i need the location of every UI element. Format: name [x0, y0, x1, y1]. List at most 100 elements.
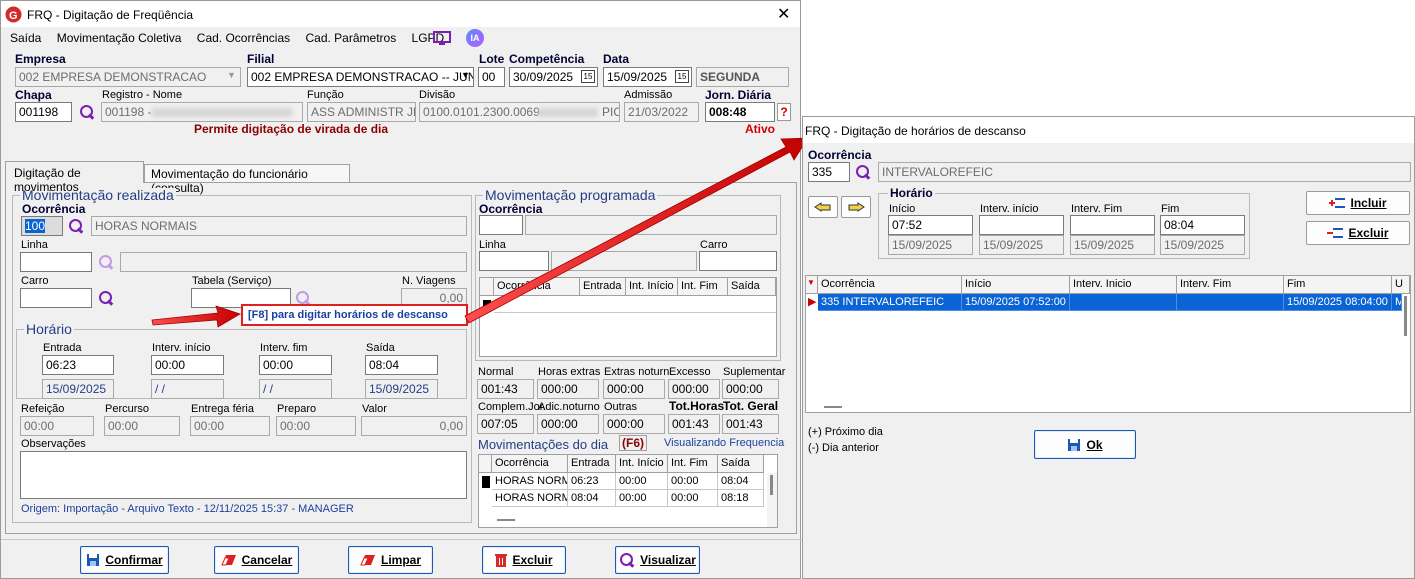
- grid-header[interactable]: Início: [962, 276, 1070, 294]
- help-button[interactable]: ?: [777, 103, 791, 121]
- grid-header[interactable]: U: [1392, 276, 1410, 294]
- menu-cad-parametros[interactable]: Cad. Parâmetros: [306, 31, 397, 45]
- cell: [1177, 294, 1284, 311]
- lote-field[interactable]: 00: [478, 67, 505, 87]
- search-icon[interactable]: [79, 104, 95, 120]
- close-icon[interactable]: ✕: [777, 4, 790, 24]
- prog-carro-field[interactable]: [699, 251, 777, 271]
- dialog-interv-inicio-date: 15/09/2025: [979, 235, 1064, 255]
- grid-sort-header[interactable]: ▼: [806, 276, 818, 294]
- dialog-horario-title: Horário: [888, 186, 935, 200]
- dialog-interv-inicio-time[interactable]: [979, 215, 1064, 235]
- grid-header[interactable]: Ocorrência: [494, 278, 580, 296]
- dialog-excluir-button[interactable]: Excluir: [1306, 221, 1410, 245]
- ia-button[interactable]: IA: [466, 29, 484, 47]
- redacted-divisao: [538, 108, 598, 117]
- interv-inicio-time-field[interactable]: 00:00: [151, 355, 224, 375]
- empty-row: [494, 296, 776, 313]
- percurso-field: 00:00: [104, 416, 180, 436]
- grid-header[interactable]: Ocorrência: [492, 455, 568, 473]
- dialog-grid[interactable]: ▼ Ocorrência Início Interv. Inicio Inter…: [805, 275, 1411, 413]
- tab-movimentacao-funcionario[interactable]: Movimentação do funcionário (consulta): [144, 164, 350, 195]
- menu-saida[interactable]: Saída: [10, 31, 41, 45]
- grid-header[interactable]: Ocorrência: [818, 276, 962, 294]
- visualizando-link[interactable]: Visualizando Frequencia: [664, 437, 784, 449]
- search-icon[interactable]: [98, 290, 114, 306]
- limpar-button[interactable]: Limpar: [348, 546, 433, 574]
- row-pointer-icon: ▶: [808, 296, 817, 308]
- grid-header[interactable]: Entrada: [580, 278, 626, 296]
- filial-select[interactable]: 002 EMPRESA DEMONSTRACAO -- JUNC: [247, 67, 474, 87]
- empresa-select[interactable]: 002 EMPRESA DEMONSTRACAO: [15, 67, 241, 87]
- cell: 335 INTERVALOREFEIC: [818, 294, 962, 311]
- search-icon[interactable]: [68, 218, 84, 234]
- dialog-ocorrencia-code[interactable]: 335: [808, 162, 850, 182]
- excluir-button[interactable]: Excluir: [482, 546, 566, 574]
- f8-hint: [F8] para digitar horários de descanso: [241, 304, 468, 326]
- grid-header[interactable]: Int. Fim: [668, 455, 718, 473]
- dialog-fim-time[interactable]: 08:04: [1160, 215, 1245, 235]
- grid-header[interactable]: Int. Início: [616, 455, 668, 473]
- visualizar-button[interactable]: Visualizar: [615, 546, 700, 574]
- calendar-icon[interactable]: 15: [581, 70, 595, 83]
- search-icon[interactable]: [98, 254, 114, 270]
- next-day-button[interactable]: [841, 196, 871, 218]
- prev-day-button[interactable]: [808, 196, 838, 218]
- carro-field[interactable]: [20, 288, 92, 308]
- status-badge: Ativo: [745, 122, 775, 136]
- grid-header[interactable]: Int. Fim: [678, 278, 728, 296]
- dia-grid[interactable]: Ocorrência Entrada Int. Início Int. Fim …: [478, 454, 778, 528]
- saida-time-field[interactable]: 08:04: [365, 355, 438, 375]
- label-complem-jor: Complem.Jor.: [478, 401, 546, 413]
- calendar-icon[interactable]: 15: [675, 70, 689, 83]
- grid-header[interactable]: Saída: [718, 455, 764, 473]
- jorn-diaria-field[interactable]: 008:48: [705, 102, 775, 122]
- incluir-button[interactable]: Incluir: [1306, 191, 1410, 215]
- dialog-interv-fim-time[interactable]: [1070, 215, 1155, 235]
- grid-header[interactable]: Fim: [1284, 276, 1392, 294]
- prog-linha-field[interactable]: [479, 251, 549, 271]
- grid-header[interactable]: Interv. Fim: [1177, 276, 1284, 294]
- cell: 08:04: [718, 473, 764, 490]
- confirmar-button[interactable]: Confirmar: [80, 546, 169, 574]
- scrollbar[interactable]: [767, 473, 777, 527]
- visualizar-label: Visualizar: [640, 553, 696, 567]
- divisao-field: 0100.0101.2300.0069- PIC: [419, 102, 620, 122]
- ok-button[interactable]: Ok: [1034, 430, 1136, 459]
- menu-cad-ocorrencias[interactable]: Cad. Ocorrências: [197, 31, 290, 45]
- horizontal-scroll-thumb[interactable]: [824, 406, 842, 408]
- monitor-icon[interactable]: [433, 31, 451, 47]
- grid-header[interactable]: Int. Início: [626, 278, 678, 296]
- saida-date-field: 15/09/2025: [365, 379, 438, 399]
- label-divisao: Divisão: [419, 89, 456, 101]
- ok-label: Ok: [1086, 437, 1103, 452]
- prog-linha-desc: [551, 251, 697, 271]
- programada-grid[interactable]: Ocorrência Entrada Int. Início Int. Fim …: [479, 277, 777, 357]
- tab-digitacao[interactable]: Digitação de movimentos: [5, 161, 144, 194]
- chapa-field[interactable]: 001198: [15, 102, 72, 122]
- excesso-value: 000:00: [668, 379, 720, 399]
- entrada-time-field[interactable]: 06:23: [42, 355, 114, 375]
- excluir-label: Excluir: [512, 553, 553, 567]
- observacoes-textarea[interactable]: [20, 451, 467, 499]
- horizontal-scroll-thumb[interactable]: [497, 519, 515, 521]
- grid-header[interactable]: Saída: [728, 278, 776, 296]
- search-icon[interactable]: [855, 164, 871, 180]
- entrada-date-field: 15/09/2025: [42, 379, 114, 399]
- dialog-inicio-time[interactable]: 07:52: [888, 215, 973, 235]
- label-admissao: Admissão: [624, 89, 673, 101]
- linha-field[interactable]: [20, 252, 92, 272]
- grid-header[interactable]: Entrada: [568, 455, 616, 473]
- grid-header[interactable]: Interv. Inicio: [1070, 276, 1177, 294]
- prog-ocorrencia-field[interactable]: [479, 215, 523, 235]
- divisao-value: 0100.0101.2300.0069-: [423, 105, 544, 119]
- interv-fim-time-field[interactable]: 00:00: [259, 355, 332, 375]
- scrollbar[interactable]: [1402, 294, 1410, 394]
- chevron-down-icon[interactable]: ▼: [461, 70, 470, 80]
- dialog-ocorrencia-desc: INTERVALOREFEIC: [878, 162, 1411, 182]
- ocorrencia-code: 100: [25, 219, 46, 233]
- label-tabela: Tabela (Serviço): [192, 275, 272, 287]
- menu-movimentacao-coletiva[interactable]: Movimentação Coletiva: [57, 31, 182, 45]
- ocorrencia-code-field[interactable]: 100: [21, 216, 63, 236]
- cancelar-button[interactable]: Cancelar: [214, 546, 299, 574]
